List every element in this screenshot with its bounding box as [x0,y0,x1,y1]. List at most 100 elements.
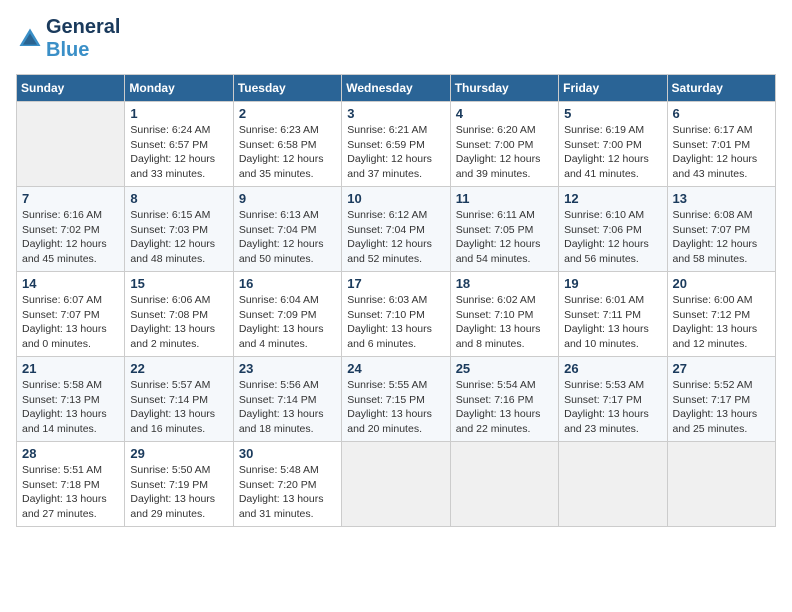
day-info: Sunrise: 5:55 AMSunset: 7:15 PMDaylight:… [347,378,444,437]
column-header-tuesday: Tuesday [233,75,341,102]
calendar-week-5: 28Sunrise: 5:51 AMSunset: 7:18 PMDayligh… [17,442,776,527]
calendar-table: SundayMondayTuesdayWednesdayThursdayFrid… [16,74,776,527]
calendar-cell: 6Sunrise: 6:17 AMSunset: 7:01 PMDaylight… [667,102,775,187]
calendar-header: SundayMondayTuesdayWednesdayThursdayFrid… [17,75,776,102]
day-number: 10 [347,191,444,206]
calendar-cell: 29 Sunrise: 5:50 AMSunset: 7:19 PMDayligh… [125,442,233,527]
day-info: Sunrise: 6:24 AMSunset: 6:57 PMDaylight:… [130,123,227,182]
day-info: Sunrise: 6:17 AMSunset: 7:01 PMDaylight:… [673,123,770,182]
day-number: 7 [22,191,119,206]
day-number: 9 [239,191,336,206]
calendar-cell: 13 Sunrise: 6:08 AMSunset: 7:07 PMDayligh… [667,187,775,272]
page-header: General Blue [16,16,776,62]
day-number: 30 [239,446,336,461]
calendar-cell: 14Sunrise: 6:07 AMSunset: 7:07 PMDayligh… [17,272,125,357]
day-info: Sunrise: 6:16 AMSunset: 7:02 PMDaylight:… [22,208,119,267]
day-info: Sunrise: 6:06 AMSunset: 7:08 PMDaylight:… [130,293,227,352]
day-number: 20 [673,276,770,291]
column-header-friday: Friday [559,75,667,102]
day-number: 29 [130,446,227,461]
calendar-week-2: 7 Sunrise: 6:16 AMSunset: 7:02 PMDaylight… [17,187,776,272]
day-number: 21 [22,361,119,376]
day-info: Sunrise: 6:03 AMSunset: 7:10 PMDaylight:… [347,293,444,352]
calendar-cell: 28Sunrise: 5:51 AMSunset: 7:18 PMDayligh… [17,442,125,527]
calendar-cell: 25 Sunrise: 5:54 AMSunset: 7:16 PMDayligh… [450,357,558,442]
day-info: Sunrise: 6:08 AMSunset: 7:07 PMDaylight:… [673,208,770,267]
day-info: Sunrise: 6:01 AMSunset: 7:11 PMDaylight:… [564,293,661,352]
day-info: Sunrise: 6:20 AMSunset: 7:00 PMDaylight:… [456,123,553,182]
day-info: Sunrise: 6:13 AMSunset: 7:04 PMDaylight:… [239,208,336,267]
calendar-cell: 12 Sunrise: 6:10 AMSunset: 7:06 PMDayligh… [559,187,667,272]
day-info: Sunrise: 6:10 AMSunset: 7:06 PMDaylight:… [564,208,661,267]
day-number: 5 [564,106,661,121]
day-info: Sunrise: 5:54 AMSunset: 7:16 PMDaylight:… [456,378,553,437]
day-number: 25 [456,361,553,376]
day-number: 8 [130,191,227,206]
calendar-cell [559,442,667,527]
day-number: 3 [347,106,444,121]
calendar-cell: 16 Sunrise: 6:04 AMSunset: 7:09 PMDayligh… [233,272,341,357]
calendar-body: 1 Sunrise: 6:24 AMSunset: 6:57 PMDaylight… [17,102,776,527]
calendar-cell: 7 Sunrise: 6:16 AMSunset: 7:02 PMDaylight… [17,187,125,272]
day-number: 24 [347,361,444,376]
calendar-cell [342,442,450,527]
calendar-cell: 26 Sunrise: 5:53 AMSunset: 7:17 PMDayligh… [559,357,667,442]
calendar-cell: 2 Sunrise: 6:23 AMSunset: 6:58 PMDaylight… [233,102,341,187]
calendar-cell [17,102,125,187]
day-info: Sunrise: 6:00 AMSunset: 7:12 PMDaylight:… [673,293,770,352]
day-number: 12 [564,191,661,206]
day-info: Sunrise: 6:02 AMSunset: 7:10 PMDaylight:… [456,293,553,352]
day-info: Sunrise: 5:58 AMSunset: 7:13 PMDaylight:… [22,378,119,437]
day-number: 26 [564,361,661,376]
day-number: 16 [239,276,336,291]
calendar-cell: 18 Sunrise: 6:02 AMSunset: 7:10 PMDayligh… [450,272,558,357]
day-info: Sunrise: 5:48 AMSunset: 7:20 PMDaylight:… [239,463,336,522]
day-info: Sunrise: 6:19 AMSunset: 7:00 PMDaylight:… [564,123,661,182]
day-info: Sunrise: 6:23 AMSunset: 6:58 PMDaylight:… [239,123,336,182]
day-info: Sunrise: 5:50 AMSunset: 7:19 PMDaylight:… [130,463,227,522]
day-info: Sunrise: 6:04 AMSunset: 7:09 PMDaylight:… [239,293,336,352]
calendar-cell: 24 Sunrise: 5:55 AMSunset: 7:15 PMDayligh… [342,357,450,442]
calendar-cell: 4 Sunrise: 6:20 AMSunset: 7:00 PMDaylight… [450,102,558,187]
calendar-cell: 5 Sunrise: 6:19 AMSunset: 7:00 PMDaylight… [559,102,667,187]
calendar-cell: 8 Sunrise: 6:15 AMSunset: 7:03 PMDaylight… [125,187,233,272]
calendar-cell [667,442,775,527]
calendar-cell: 17Sunrise: 6:03 AMSunset: 7:10 PMDayligh… [342,272,450,357]
calendar-cell: 15 Sunrise: 6:06 AMSunset: 7:08 PMDayligh… [125,272,233,357]
calendar-cell: 20 Sunrise: 6:00 AMSunset: 7:12 PMDayligh… [667,272,775,357]
day-number: 1 [130,106,227,121]
day-info: Sunrise: 5:52 AMSunset: 7:17 PMDaylight:… [673,378,770,437]
calendar-cell: 27 Sunrise: 5:52 AMSunset: 7:17 PMDayligh… [667,357,775,442]
calendar-week-3: 14Sunrise: 6:07 AMSunset: 7:07 PMDayligh… [17,272,776,357]
day-info: Sunrise: 6:15 AMSunset: 7:03 PMDaylight:… [130,208,227,267]
logo: General Blue [16,16,120,62]
day-number: 15 [130,276,227,291]
day-info: Sunrise: 5:56 AMSunset: 7:14 PMDaylight:… [239,378,336,437]
day-number: 22 [130,361,227,376]
calendar-cell: 23 Sunrise: 5:56 AMSunset: 7:14 PMDayligh… [233,357,341,442]
day-number: 27 [673,361,770,376]
calendar-cell [450,442,558,527]
column-header-monday: Monday [125,75,233,102]
logo-text: General Blue [46,16,120,62]
calendar-week-1: 1 Sunrise: 6:24 AMSunset: 6:57 PMDaylight… [17,102,776,187]
day-number: 4 [456,106,553,121]
day-number: 19 [564,276,661,291]
logo-icon [16,25,44,53]
day-number: 18 [456,276,553,291]
calendar-cell: 10Sunrise: 6:12 AMSunset: 7:04 PMDayligh… [342,187,450,272]
calendar-cell: 30 Sunrise: 5:48 AMSunset: 7:20 PMDayligh… [233,442,341,527]
calendar-week-4: 21 Sunrise: 5:58 AMSunset: 7:13 PMDayligh… [17,357,776,442]
day-number: 11 [456,191,553,206]
day-number: 13 [673,191,770,206]
calendar-cell: 22 Sunrise: 5:57 AMSunset: 7:14 PMDayligh… [125,357,233,442]
day-info: Sunrise: 5:57 AMSunset: 7:14 PMDaylight:… [130,378,227,437]
day-number: 2 [239,106,336,121]
calendar-cell: 3 Sunrise: 6:21 AMSunset: 6:59 PMDaylight… [342,102,450,187]
calendar-cell: 1 Sunrise: 6:24 AMSunset: 6:57 PMDaylight… [125,102,233,187]
day-info: Sunrise: 6:21 AMSunset: 6:59 PMDaylight:… [347,123,444,182]
calendar-cell: 11Sunrise: 6:11 AMSunset: 7:05 PMDayligh… [450,187,558,272]
day-number: 14 [22,276,119,291]
day-number: 23 [239,361,336,376]
day-info: Sunrise: 5:53 AMSunset: 7:17 PMDaylight:… [564,378,661,437]
